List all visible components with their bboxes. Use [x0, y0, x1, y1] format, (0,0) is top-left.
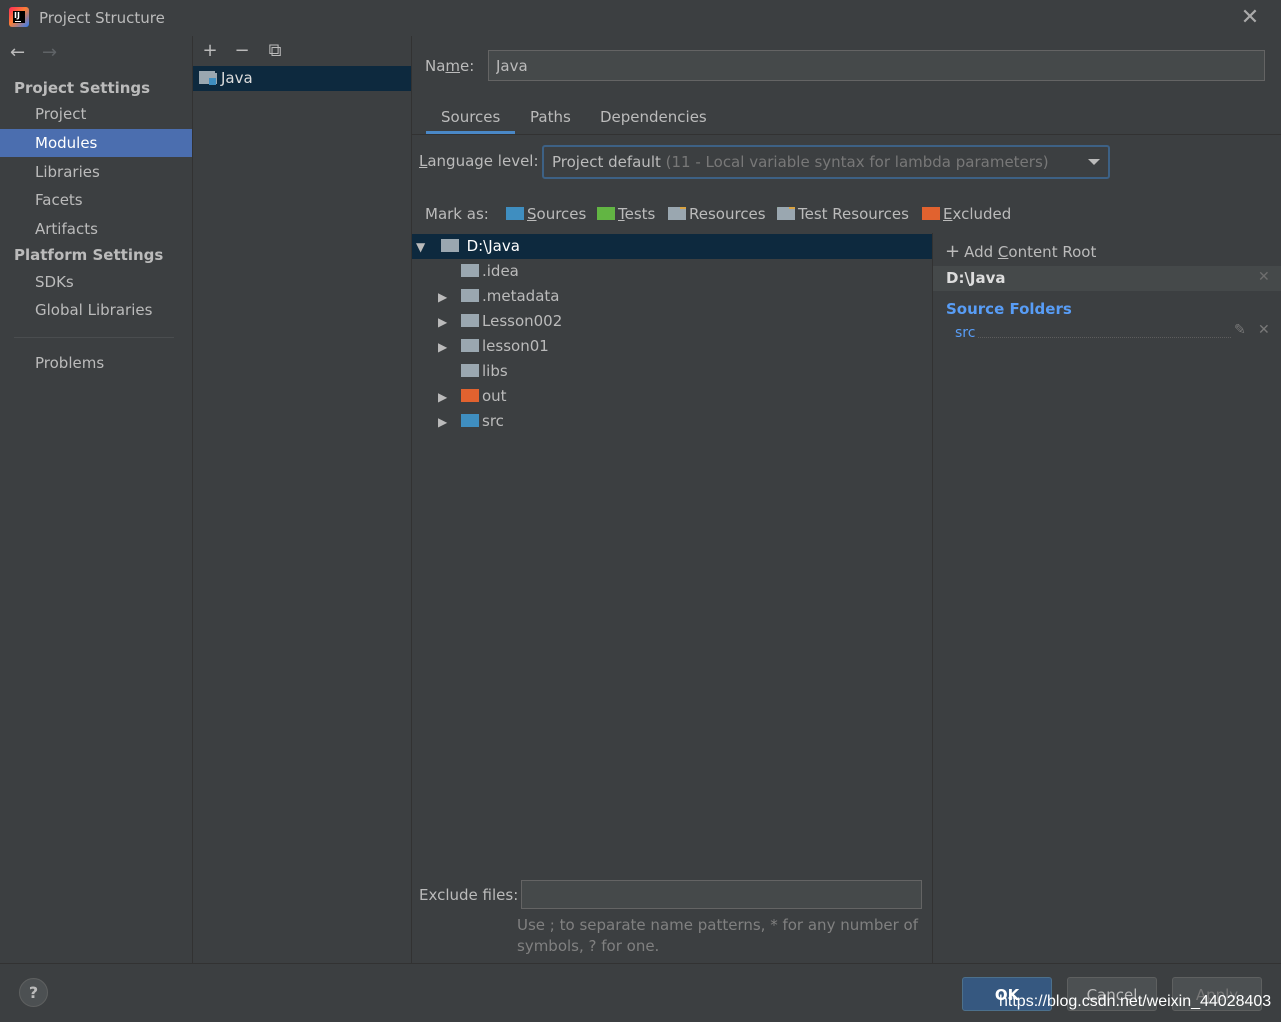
tree-item-src[interactable]: ▶ src: [438, 409, 504, 434]
collapsed-arrow-icon[interactable]: ▶: [438, 285, 450, 310]
sources-folder-icon: [461, 414, 479, 427]
source-folders-title: Source Folders: [946, 300, 1072, 318]
collapsed-arrow-icon[interactable]: ▶: [438, 310, 450, 335]
tree-item-label: .idea: [482, 262, 519, 280]
pencil-icon[interactable]: ✎: [1234, 322, 1246, 338]
sidebar-divider: [14, 337, 174, 338]
sidebar-item-project[interactable]: Project: [0, 100, 192, 128]
tree-item-label: D:\Java: [466, 237, 520, 255]
title-bar: [0, 0, 1281, 36]
excluded-folder-icon: [461, 389, 479, 402]
mark-resources-button[interactable]: Resources: [668, 205, 766, 223]
sidebar-item-global-libraries[interactable]: Global Libraries: [0, 296, 192, 324]
folder-icon: [461, 339, 479, 352]
folder-icon: [461, 264, 479, 277]
tree-item-out[interactable]: ▶ out: [438, 384, 507, 409]
source-folder-dotted-leader: [978, 337, 1231, 338]
close-icon[interactable]: ✕: [1238, 6, 1262, 30]
exclude-hint-line2: symbols, ? for one.: [517, 937, 660, 955]
watermark-text: https://blog.csdn.net/weixin_44028403: [999, 993, 1272, 1010]
tree-item-lesson01[interactable]: ▶ lesson01: [438, 334, 549, 359]
sources-folder-icon: [506, 207, 524, 220]
exclude-files-label: Exclude files:: [419, 886, 519, 904]
content-root-title: D:\Java: [946, 269, 1006, 287]
tabs-divider: [412, 134, 1281, 135]
excluded-folder-icon: [922, 207, 940, 220]
plus-icon: +: [945, 241, 961, 262]
folder-icon: [461, 289, 479, 302]
name-label: Name:: [425, 57, 475, 75]
remove-root-icon[interactable]: ✕: [1258, 269, 1270, 285]
window-title: Project Structure: [39, 9, 165, 27]
platform-settings-header: Platform Settings: [14, 246, 164, 264]
mark-sources-button[interactable]: Sources: [506, 205, 586, 223]
mark-test-resources-button[interactable]: Test Resources: [777, 205, 909, 223]
module-name-input[interactable]: [488, 50, 1265, 81]
remove-icon[interactable]: −: [231, 40, 253, 61]
collapsed-arrow-icon[interactable]: ▶: [438, 410, 450, 435]
sidebar-item-libraries[interactable]: Libraries: [0, 158, 192, 186]
source-folder-item[interactable]: src: [955, 325, 975, 341]
tab-paths[interactable]: Paths: [530, 108, 571, 126]
tree-item-label: libs: [482, 362, 508, 380]
tree-item-label: src: [482, 412, 504, 430]
mark-as-label: Mark as:: [425, 205, 489, 223]
tab-sources[interactable]: Sources: [441, 108, 500, 126]
add-content-root-button[interactable]: + Add Content Root: [945, 241, 1096, 262]
module-folder-icon: [199, 71, 217, 85]
add-icon[interactable]: +: [199, 40, 221, 61]
expanded-arrow-icon[interactable]: ▼: [416, 235, 428, 260]
help-button[interactable]: ?: [19, 978, 48, 1007]
sidebar-item-sdks[interactable]: SDKs: [0, 268, 192, 296]
tree-item-label: lesson01: [482, 337, 549, 355]
collapsed-arrow-icon[interactable]: ▶: [438, 385, 450, 410]
tests-folder-icon: [597, 207, 615, 220]
exclude-files-input[interactable]: [521, 880, 922, 909]
tree-root-row[interactable]: ▼ D:\Java: [416, 234, 520, 259]
tree-item-libs[interactable]: libs: [461, 359, 508, 384]
tree-item-label: Lesson002: [482, 312, 563, 330]
sidebar-item-problems[interactable]: Problems: [0, 349, 192, 377]
tree-item-metadata[interactable]: ▶ .metadata: [438, 284, 559, 309]
mark-excluded-button[interactable]: Excluded: [922, 205, 1011, 223]
project-settings-header: Project Settings: [14, 79, 151, 97]
tree-item-label: out: [482, 387, 507, 405]
remove-source-folder-icon[interactable]: ✕: [1258, 322, 1270, 338]
test-resources-folder-icon: [777, 207, 795, 220]
resources-folder-icon: [668, 207, 686, 220]
module-name: Java: [221, 69, 253, 87]
language-level-label: Language level:: [419, 152, 539, 170]
module-list-panel: [193, 36, 412, 964]
sidebar-item-facets[interactable]: Facets: [0, 186, 192, 214]
sidebar-item-artifacts[interactable]: Artifacts: [0, 215, 192, 243]
back-arrow-icon[interactable]: ←: [10, 42, 25, 63]
folder-icon: [461, 314, 479, 327]
tab-dependencies[interactable]: Dependencies: [600, 108, 707, 126]
folder-icon: [461, 364, 479, 377]
tree-item-idea[interactable]: .idea: [461, 259, 519, 284]
collapsed-arrow-icon[interactable]: ▶: [438, 335, 450, 360]
sidebar-item-modules[interactable]: Modules: [0, 129, 192, 157]
intellij-logo-icon: IJ: [9, 7, 29, 27]
exclude-hint-line1: Use ; to separate name patterns, * for a…: [517, 916, 918, 934]
content-root-panel: [932, 233, 1281, 964]
copy-icon[interactable]: ⧉: [264, 40, 286, 61]
folder-icon: [440, 239, 459, 252]
forward-arrow-icon[interactable]: →: [42, 42, 57, 63]
tree-item-label: .metadata: [482, 287, 560, 305]
mark-tests-button[interactable]: Tests: [597, 205, 655, 223]
language-level-select[interactable]: Project default (11 - Local variable syn…: [542, 145, 1110, 179]
chevron-down-icon[interactable]: [1088, 159, 1100, 165]
tree-item-lesson002[interactable]: ▶ Lesson002: [438, 309, 562, 334]
